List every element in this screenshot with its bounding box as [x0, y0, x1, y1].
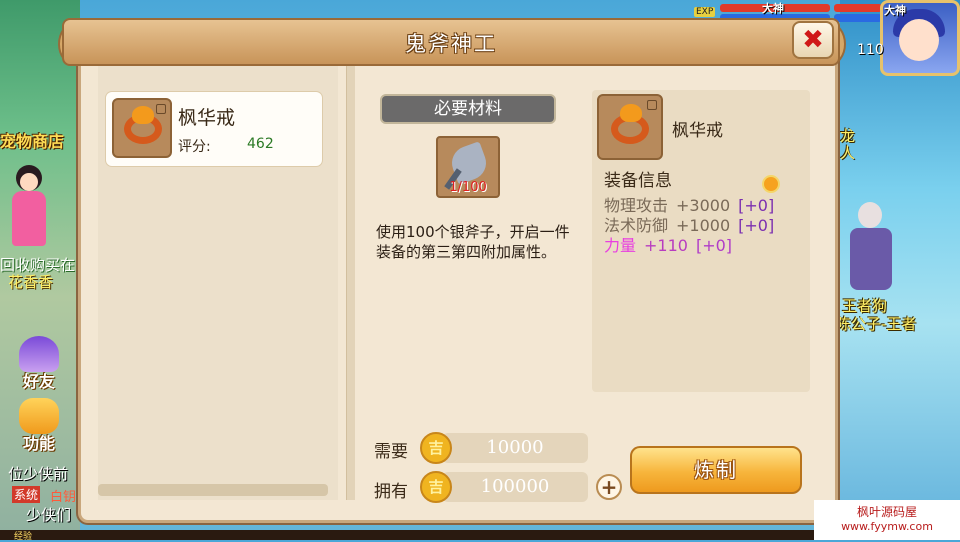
materials-banner: 必要材料 — [380, 94, 556, 124]
material-description: 使用100个银斧子，开启一件装备的第三第四附加属性。 — [376, 223, 570, 261]
exp-badge: EXP — [694, 7, 716, 17]
chat-line: 位少侠前 — [8, 465, 69, 483]
equipment-info-header: 装备信息 — [604, 171, 672, 191]
lock-icon — [156, 104, 166, 114]
stat-bonus: [+0] — [695, 236, 733, 255]
rank-label: 大神 — [762, 2, 784, 15]
material-count: 1/100 — [449, 180, 487, 195]
fist-icon — [19, 398, 59, 434]
have-label: 拥有 — [374, 482, 408, 502]
watermark-title: 枫叶源码屋 — [856, 505, 917, 519]
friends-button[interactable]: 好友 — [13, 336, 65, 391]
equipment-name: 枫华戒 — [672, 121, 723, 141]
panel-divider — [346, 66, 355, 500]
pet-shop-label[interactable]: 宠物商店 — [0, 128, 64, 152]
npc-title-right: 人 — [840, 144, 856, 162]
need-value: 10000 — [486, 437, 544, 458]
player-level: 110 — [857, 42, 884, 58]
function-button[interactable]: 功能 — [13, 398, 65, 453]
list-scrollbar[interactable] — [98, 484, 328, 496]
coin-icon: 吉 — [420, 471, 452, 503]
close-button[interactable]: ✖ — [792, 21, 834, 59]
ring-icon — [597, 94, 663, 160]
npc-girl[interactable] — [8, 165, 50, 250]
npc-warrior[interactable] — [842, 200, 898, 295]
stat-bonus: [+0] — [738, 216, 775, 235]
add-currency-button[interactable]: + — [596, 474, 622, 500]
chat-channel-tag: 系统 — [12, 486, 41, 503]
stat-name: 力量 — [604, 236, 637, 255]
item-score: 462 — [247, 136, 274, 152]
coin-icon: 吉 — [420, 432, 452, 464]
rank-label: 大神 — [884, 4, 906, 17]
forge-button-label: 炼制 — [694, 458, 738, 482]
chat-sender: 白钥 — [50, 490, 77, 505]
close-icon: ✖ — [802, 25, 824, 55]
npc-name: 花香香 — [8, 273, 54, 291]
stat-row: 力量 +110 [+0] — [604, 232, 732, 256]
item-name: 枫华戒 — [178, 107, 236, 129]
have-value: 100000 — [480, 476, 550, 497]
hp-bar — [834, 4, 882, 12]
need-label: 需要 — [374, 442, 408, 462]
stat-value: +110 — [644, 236, 688, 255]
exp-label: 经验 — [14, 532, 33, 542]
material-slot[interactable]: 1/100 — [436, 136, 500, 198]
mp-bar — [834, 14, 882, 22]
function-label: 功能 — [22, 434, 55, 453]
chat-line: 少侠们 — [26, 506, 72, 524]
wizard-hat-icon — [19, 336, 59, 372]
dialog-title: 鬼斧神工 — [405, 32, 497, 56]
ring-icon — [112, 98, 172, 158]
npc-warrior-title: 陈公子-王者 — [836, 315, 917, 333]
sun-icon — [762, 175, 780, 193]
watermark-url: www.fyymw.com — [841, 520, 933, 533]
forge-button[interactable]: 炼制 — [630, 446, 802, 494]
watermark: 枫叶源码屋 www.fyymw.com — [814, 500, 960, 540]
item-score-label: 评分: — [178, 139, 211, 155]
lock-icon — [647, 100, 657, 110]
materials-title: 必要材料 — [434, 99, 502, 119]
friends-label: 好友 — [22, 372, 55, 391]
